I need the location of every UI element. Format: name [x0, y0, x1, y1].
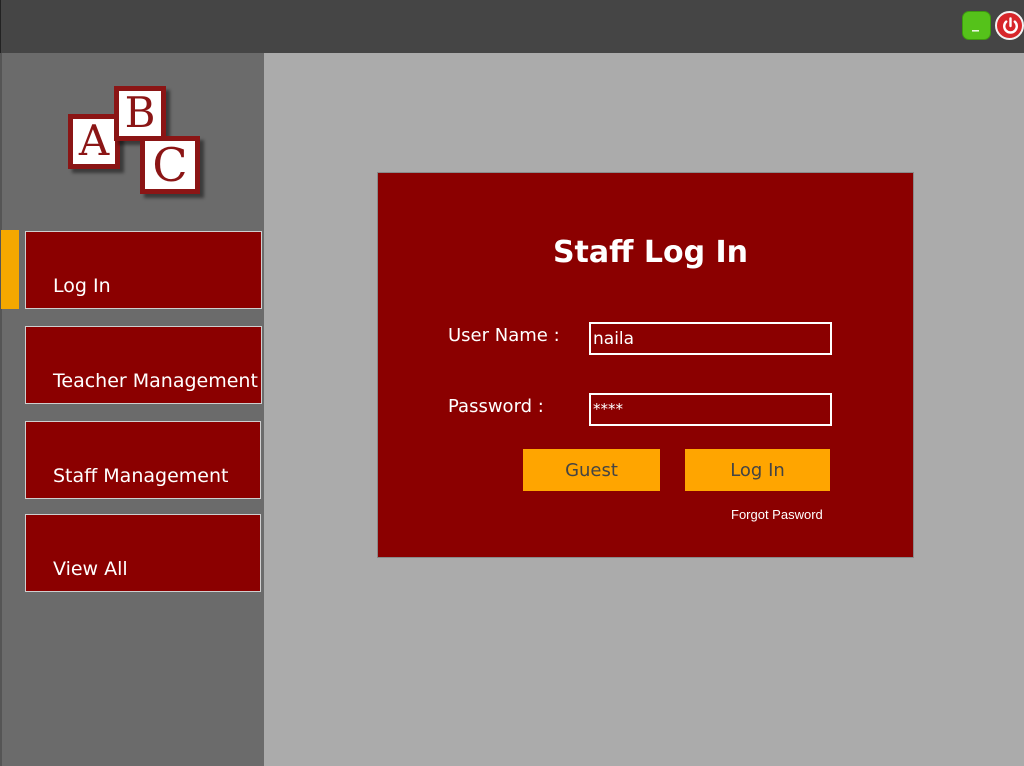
sidebar-item-label: Log In	[53, 275, 111, 297]
minimize-icon: _	[972, 16, 979, 32]
sidebar-item-label: Staff Management	[53, 465, 229, 487]
close-button[interactable]	[995, 11, 1024, 40]
sidebar-item-staff-management[interactable]: Staff Management	[25, 421, 261, 499]
sidebar-item-log-in[interactable]: Log In	[25, 231, 262, 309]
password-field[interactable]	[589, 393, 832, 426]
power-icon	[1003, 17, 1018, 34]
guest-button[interactable]: Guest	[523, 449, 660, 491]
sidebar-item-teacher-management[interactable]: Teacher Management	[25, 326, 262, 404]
sidebar-item-label: View All	[53, 558, 128, 580]
forgot-password-link[interactable]: Forgot Pasword	[731, 507, 823, 522]
username-field[interactable]	[589, 322, 832, 355]
logo-block-b: B	[114, 86, 166, 141]
active-nav-indicator	[1, 230, 19, 309]
title-bar-edge	[0, 0, 1, 53]
sidebar-item-label: Teacher Management	[53, 370, 258, 392]
title-bar: _	[0, 0, 1024, 53]
login-button[interactable]: Log In	[685, 449, 830, 491]
sidebar-edge	[0, 53, 2, 766]
password-label: Password :	[448, 396, 544, 417]
abc-blocks-logo: A B C	[66, 86, 206, 202]
username-label: User Name :	[448, 325, 560, 346]
minimize-button[interactable]: _	[962, 11, 991, 40]
logo-block-a: A	[68, 114, 120, 169]
page-title: Staff Log In	[552, 235, 749, 270]
sidebar-item-view-all[interactable]: View All	[25, 514, 261, 592]
login-panel: Staff Log In User Name : Password : Gues…	[377, 172, 914, 558]
logo-block-c: C	[140, 136, 200, 194]
